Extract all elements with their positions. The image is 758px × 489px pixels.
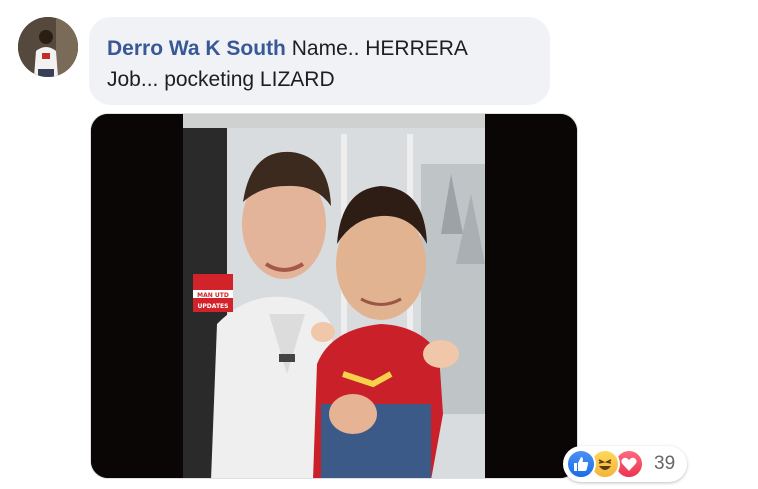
commenter-avatar[interactable] (18, 17, 78, 77)
reactions-summary[interactable]: 39 (563, 446, 687, 482)
comment-photo[interactable]: MAN UTD UPDATES (90, 113, 578, 479)
like-icon (566, 449, 596, 479)
comment-bubble: Derro Wa K South Name.. HERRERA Job... p… (89, 17, 550, 105)
logo-text-bottom: UPDATES (198, 303, 229, 310)
logo-text-top: MAN UTD (197, 292, 229, 299)
comment-text-line1: Name.. HERRERA (291, 37, 468, 60)
comment-text-line2: Job... pocketing LIZARD (107, 68, 335, 91)
reaction-count[interactable]: 39 (654, 453, 675, 475)
comment-author-link[interactable]: Derro Wa K South (107, 37, 286, 60)
